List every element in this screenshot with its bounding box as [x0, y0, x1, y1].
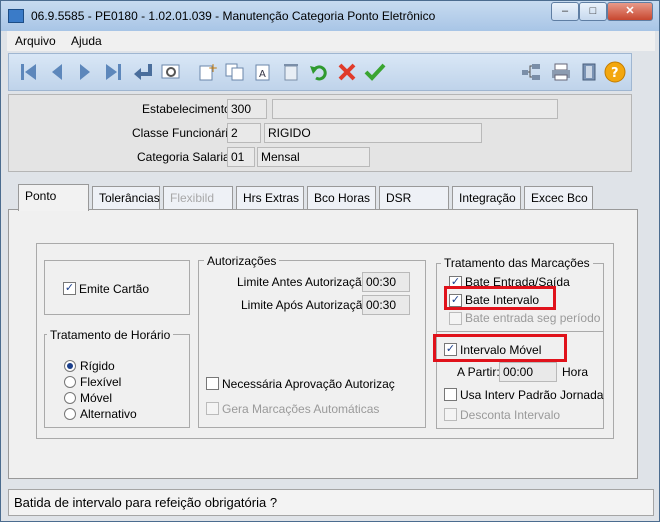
- estabelecimento-label: Estabelecimento:: [142, 102, 235, 116]
- header-panel: Estabelecimento: 300 Classe Funcionário:…: [8, 94, 632, 172]
- a-partir-unit: Hora: [562, 365, 589, 379]
- goto-icon[interactable]: [131, 60, 155, 84]
- radio-flexivel-label: Flexível: [80, 375, 122, 389]
- undo-icon[interactable]: [307, 60, 331, 84]
- menu-arquivo[interactable]: Arquivo: [15, 34, 56, 48]
- categoria-desc-field[interactable]: Mensal: [257, 147, 370, 167]
- maximize-button[interactable]: □: [579, 2, 607, 21]
- menu-bar: Arquivo Ajuda: [7, 31, 655, 51]
- emite-cartao-label: Emite Cartão: [79, 282, 150, 296]
- emite-cartao-checkbox[interactable]: ✓: [63, 282, 76, 295]
- close-button[interactable]: ✕: [607, 2, 653, 21]
- tab-hrs-extras[interactable]: Hrs Extras: [236, 186, 304, 210]
- categoria-code-field[interactable]: 01: [227, 147, 255, 167]
- delete-icon[interactable]: [279, 60, 303, 84]
- tratamento-marcacoes-title: Tratamento das Marcações: [441, 256, 593, 270]
- usa-interv-padrao-checkbox[interactable]: [444, 388, 457, 401]
- previous-record-icon[interactable]: [45, 60, 69, 84]
- svg-text:?: ?: [611, 66, 619, 81]
- estabelecimento-code-field[interactable]: 300: [227, 99, 267, 119]
- new-icon[interactable]: +: [195, 60, 219, 84]
- tratamento-horario-title: Tratamento de Horário: [47, 328, 174, 342]
- classe-label: Classe Funcionário:: [132, 126, 239, 140]
- window-title: 06.9.5585 - PE0180 - 1.02.01.039 - Manut…: [31, 9, 436, 23]
- limite-antes-label: Limite Antes Autorização:: [237, 275, 372, 289]
- necessaria-aprovacao-label: Necessária Aprovação Autorizaç: [222, 377, 395, 391]
- a-partir-field[interactable]: 00:00: [499, 362, 557, 382]
- radio-rigido[interactable]: [64, 360, 76, 372]
- first-record-icon[interactable]: [17, 60, 41, 84]
- copy-icon[interactable]: [223, 60, 247, 84]
- save-icon[interactable]: [363, 60, 387, 84]
- necessaria-aprovacao-checkbox[interactable]: [206, 377, 219, 390]
- tab-integracao[interactable]: Integração: [452, 186, 521, 210]
- next-record-icon[interactable]: [73, 60, 97, 84]
- limite-antes-field[interactable]: 00:30: [362, 272, 410, 292]
- query-icon[interactable]: [159, 60, 183, 84]
- radio-alternativo-label: Alternativo: [80, 407, 137, 421]
- title-bar: 06.9.5585 - PE0180 - 1.02.01.039 - Manut…: [1, 1, 659, 31]
- gera-marcacoes-checkbox: [206, 402, 219, 415]
- radio-rigido-label: Rígido: [80, 359, 115, 373]
- limite-apos-field[interactable]: 00:30: [362, 295, 410, 315]
- last-record-icon[interactable]: [101, 60, 125, 84]
- help-icon[interactable]: ?: [603, 60, 627, 84]
- tab-dsr[interactable]: DSR: [379, 186, 449, 210]
- radio-alternativo[interactable]: [64, 408, 76, 420]
- categoria-label: Categoria Salarial:: [137, 150, 236, 164]
- status-bar: Batida de intervalo para refeição obriga…: [8, 489, 654, 516]
- radio-flexivel[interactable]: [64, 376, 76, 388]
- tree-icon[interactable]: [519, 60, 543, 84]
- tab-tolerancias[interactable]: Tolerâncias: [92, 186, 160, 210]
- svg-text:+: +: [208, 62, 217, 75]
- radio-movel-label: Móvel: [80, 391, 113, 405]
- tab-excec-bco[interactable]: Excec Bco: [524, 186, 593, 210]
- desconta-intervalo-checkbox: [444, 408, 457, 421]
- tab-bco-horas[interactable]: Bco Horas: [307, 186, 376, 210]
- tab-ponto[interactable]: Ponto: [18, 184, 89, 211]
- radio-movel[interactable]: [64, 392, 76, 404]
- app-icon: [8, 9, 24, 23]
- bate-entrada-seg-label: Bate entrada seg período: [465, 311, 601, 325]
- toolbar: + A ?: [8, 53, 632, 91]
- a-partir-label: A Partir:: [457, 365, 500, 379]
- edit-icon[interactable]: A: [251, 60, 275, 84]
- autorizacoes-title: Autorizações: [204, 254, 280, 268]
- limite-apos-label: Limite Após Autorização:: [241, 298, 373, 312]
- tab-flexibild: Flexibild: [163, 186, 233, 210]
- estabelecimento-desc-field[interactable]: [272, 99, 558, 119]
- usa-interv-padrao-label: Usa Interv Padrão Jornada: [460, 388, 604, 402]
- minimize-button[interactable]: –: [551, 2, 579, 21]
- menu-ajuda[interactable]: Ajuda: [71, 34, 102, 48]
- classe-desc-field[interactable]: RIGIDO: [264, 123, 482, 143]
- bate-intervalo-highlight: [444, 286, 556, 310]
- intervalo-divider: [437, 331, 603, 332]
- main-window: 06.9.5585 - PE0180 - 1.02.01.039 - Manut…: [0, 0, 660, 522]
- print-icon[interactable]: [549, 60, 573, 84]
- cancel-icon[interactable]: [335, 60, 359, 84]
- intervalo-movel-highlight: [433, 334, 567, 362]
- gera-marcacoes-label: Gera Marcações Automáticas: [222, 402, 380, 416]
- bate-entrada-seg-checkbox: [449, 312, 462, 325]
- exit-icon[interactable]: [577, 60, 601, 84]
- classe-code-field[interactable]: 2: [227, 123, 261, 143]
- desconta-intervalo-label: Desconta Intervalo: [460, 408, 561, 422]
- svg-text:A: A: [259, 69, 266, 80]
